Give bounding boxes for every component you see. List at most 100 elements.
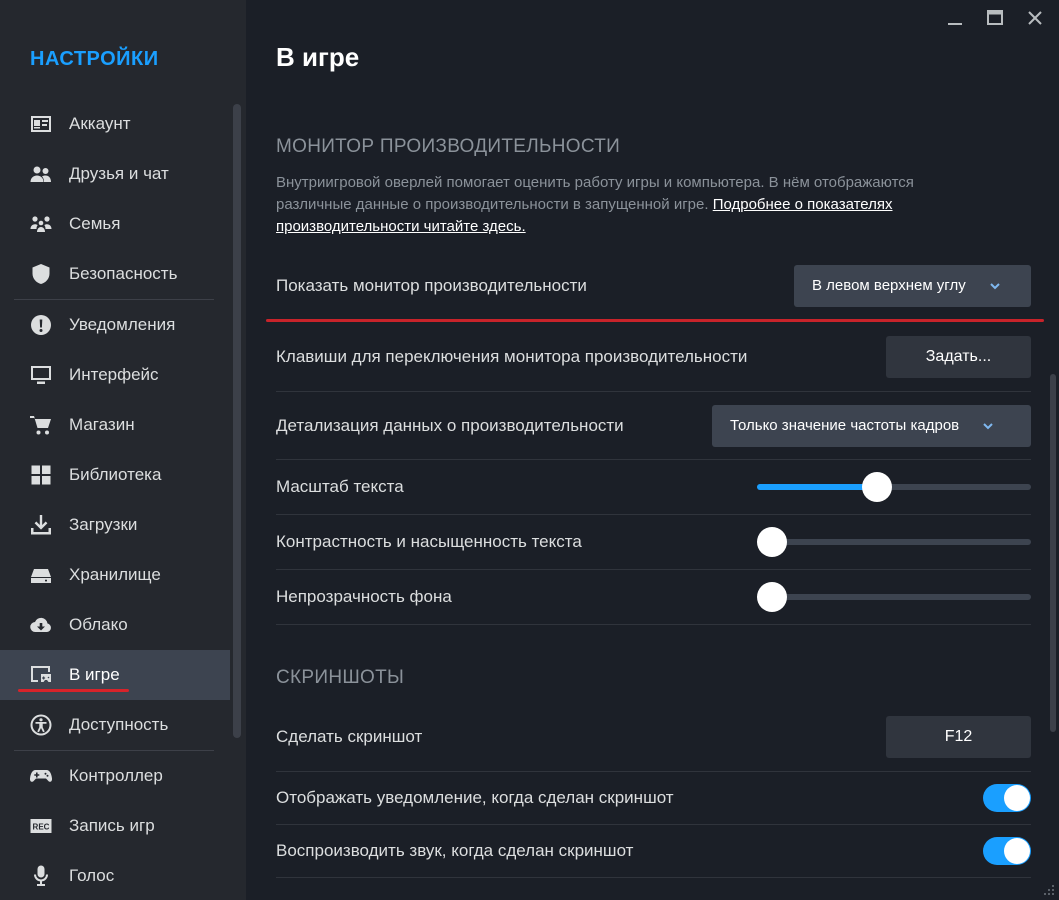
sidebar-item-label: Доступность	[69, 715, 169, 734]
sidebar-item-friends[interactable]: Друзья и чат	[0, 149, 230, 199]
set-hotkey-button[interactable]: Задать...	[886, 335, 1031, 378]
sidebar-item-cloud[interactable]: Облако	[0, 600, 230, 650]
setting-label: Воспроизводить звук, когда сделан скринш…	[276, 841, 634, 860]
close-button[interactable]	[1025, 8, 1045, 28]
show-monitor-dropdown[interactable]: В левом верхнем углу	[794, 264, 1031, 307]
sidebar-item-label: В игре	[69, 665, 120, 684]
text-scale-slider[interactable]	[757, 472, 1031, 502]
sidebar-item-label: Интерфейс	[69, 365, 159, 384]
setting-label: Непрозрачность фона	[276, 587, 452, 606]
sidebar-item-label: Уведомления	[69, 315, 176, 334]
sidebar-scrollbar[interactable]	[233, 104, 241, 738]
resize-grip-icon[interactable]	[1043, 884, 1055, 896]
setting-label: Отображать уведомление, когда сделан скр…	[276, 788, 674, 807]
minimize-icon	[948, 23, 962, 25]
sidebar-item-label: Магазин	[69, 415, 135, 434]
bg-opacity-slider[interactable]	[757, 582, 1031, 612]
sidebar-item-family[interactable]: Семья	[0, 199, 230, 249]
sidebar-item-in-game[interactable]: В игре	[0, 650, 230, 700]
shield-icon	[29, 262, 53, 286]
cloud-icon	[29, 613, 53, 637]
section-title-performance: МОНИТОР ПРОИЗВОДИТЕЛЬНОСТИ	[276, 136, 621, 157]
sidebar-item-accessibility[interactable]: Доступность	[0, 700, 230, 750]
in-game-icon	[29, 663, 53, 687]
slider-thumb[interactable]	[757, 582, 787, 612]
cart-icon	[29, 413, 53, 437]
sidebar-item-label: Аккаунт	[69, 114, 131, 133]
account-card-icon	[29, 112, 53, 136]
dropdown-value: В левом верхнем углу	[812, 277, 966, 294]
sidebar-item-label: Голос	[69, 866, 115, 885]
toggle-knob	[1004, 838, 1030, 864]
annotation-underline	[18, 689, 129, 692]
slider-thumb[interactable]	[757, 527, 787, 557]
settings-content: В игре МОНИТОР ПРОИЗВОДИТЕЛЬНОСТИ Внутри…	[246, 0, 1059, 900]
sidebar-nav: Аккаунт Друзья и чат Семья Безопасность	[0, 99, 230, 900]
sidebar-item-account[interactable]: Аккаунт	[0, 99, 230, 149]
setting-row-bg-opacity: Непрозрачность фона	[276, 570, 1031, 625]
close-icon	[1028, 11, 1042, 25]
setting-label: Контрастность и насыщенность текста	[276, 532, 582, 551]
settings-sidebar: НАСТРОЙКИ Аккаунт Друзья и чат Семья Без…	[0, 0, 246, 900]
setting-row-show-monitor: Показать монитор производительности В ле…	[276, 252, 1031, 320]
accessibility-icon	[29, 713, 53, 737]
minimize-button[interactable]	[945, 8, 965, 28]
screenshot-key-button[interactable]: F12	[886, 715, 1031, 758]
sidebar-item-label: Друзья и чат	[69, 164, 169, 183]
friends-icon	[29, 162, 53, 186]
sidebar-item-label: Загрузки	[69, 515, 138, 534]
sidebar-item-label: Контроллер	[69, 766, 163, 785]
setting-label: Детализация данных о производительности	[276, 415, 624, 435]
setting-row-detail: Детализация данных о производительности …	[276, 392, 1031, 460]
setting-label: Показать монитор производительности	[276, 275, 587, 295]
maximize-button[interactable]	[985, 8, 1005, 28]
setting-row-text-scale: Масштаб текста	[276, 460, 1031, 515]
section-title-screenshots: СКРИНШОТЫ	[276, 667, 405, 688]
dropdown-value: Только значение частоты кадров	[730, 417, 960, 434]
maximize-icon	[987, 10, 1003, 25]
setting-row-hotkey: Клавиши для переключения монитора произв…	[276, 322, 1031, 392]
microphone-icon	[29, 864, 53, 888]
monitor-icon	[29, 363, 53, 387]
setting-row-partial	[276, 880, 1031, 900]
sidebar-item-interface[interactable]: Интерфейс	[0, 350, 230, 400]
download-icon	[29, 513, 53, 537]
svg-text:REC: REC	[33, 823, 50, 832]
slider-track	[757, 594, 1031, 600]
sidebar-item-store[interactable]: Магазин	[0, 400, 230, 450]
chevron-down-icon	[983, 422, 993, 429]
text-contrast-slider[interactable]	[757, 527, 1031, 557]
sidebar-item-downloads[interactable]: Загрузки	[0, 500, 230, 550]
sidebar-item-label: Облако	[69, 615, 128, 634]
window-controls	[945, 8, 1045, 28]
setting-label: Масштаб текста	[276, 477, 404, 496]
toggle-knob	[1004, 785, 1030, 811]
sidebar-item-voice[interactable]: Голос	[0, 851, 230, 900]
sidebar-item-label: Запись игр	[69, 816, 155, 835]
setting-label: Клавиши для переключения монитора произв…	[276, 346, 748, 366]
setting-row-screenshot-sound: Воспроизводить звук, когда сделан скринш…	[276, 825, 1031, 878]
sidebar-item-label: Библиотека	[69, 465, 162, 484]
detail-level-dropdown[interactable]: Только значение частоты кадров	[712, 404, 1031, 447]
rec-icon: REC	[29, 814, 53, 838]
slider-track	[757, 539, 1031, 545]
page-title: В игре	[276, 42, 360, 72]
grid-icon	[29, 463, 53, 487]
sidebar-item-label: Хранилище	[69, 565, 161, 584]
sidebar-item-controller[interactable]: Контроллер	[0, 751, 230, 801]
slider-thumb[interactable]	[861, 472, 892, 502]
sidebar-item-library[interactable]: Библиотека	[0, 450, 230, 500]
sidebar-item-security[interactable]: Безопасность	[0, 249, 230, 299]
sidebar-item-game-recording[interactable]: REC Запись игр	[0, 801, 230, 851]
setting-row-text-contrast: Контрастность и насыщенность текста	[276, 515, 1031, 570]
sidebar-item-storage[interactable]: Хранилище	[0, 550, 230, 600]
sidebar-title: НАСТРОЙКИ	[30, 48, 159, 70]
screenshot-notify-toggle[interactable]	[983, 784, 1031, 812]
setting-row-screenshot-notify: Отображать уведомление, когда сделан скр…	[276, 772, 1031, 825]
content-scrollbar[interactable]	[1050, 374, 1056, 732]
setting-row-take-screenshot: Сделать скриншот F12	[276, 702, 1031, 772]
screenshot-sound-toggle[interactable]	[983, 837, 1031, 865]
alert-icon	[29, 313, 53, 337]
sidebar-item-label: Семья	[69, 214, 121, 233]
sidebar-item-notifications[interactable]: Уведомления	[0, 300, 230, 350]
